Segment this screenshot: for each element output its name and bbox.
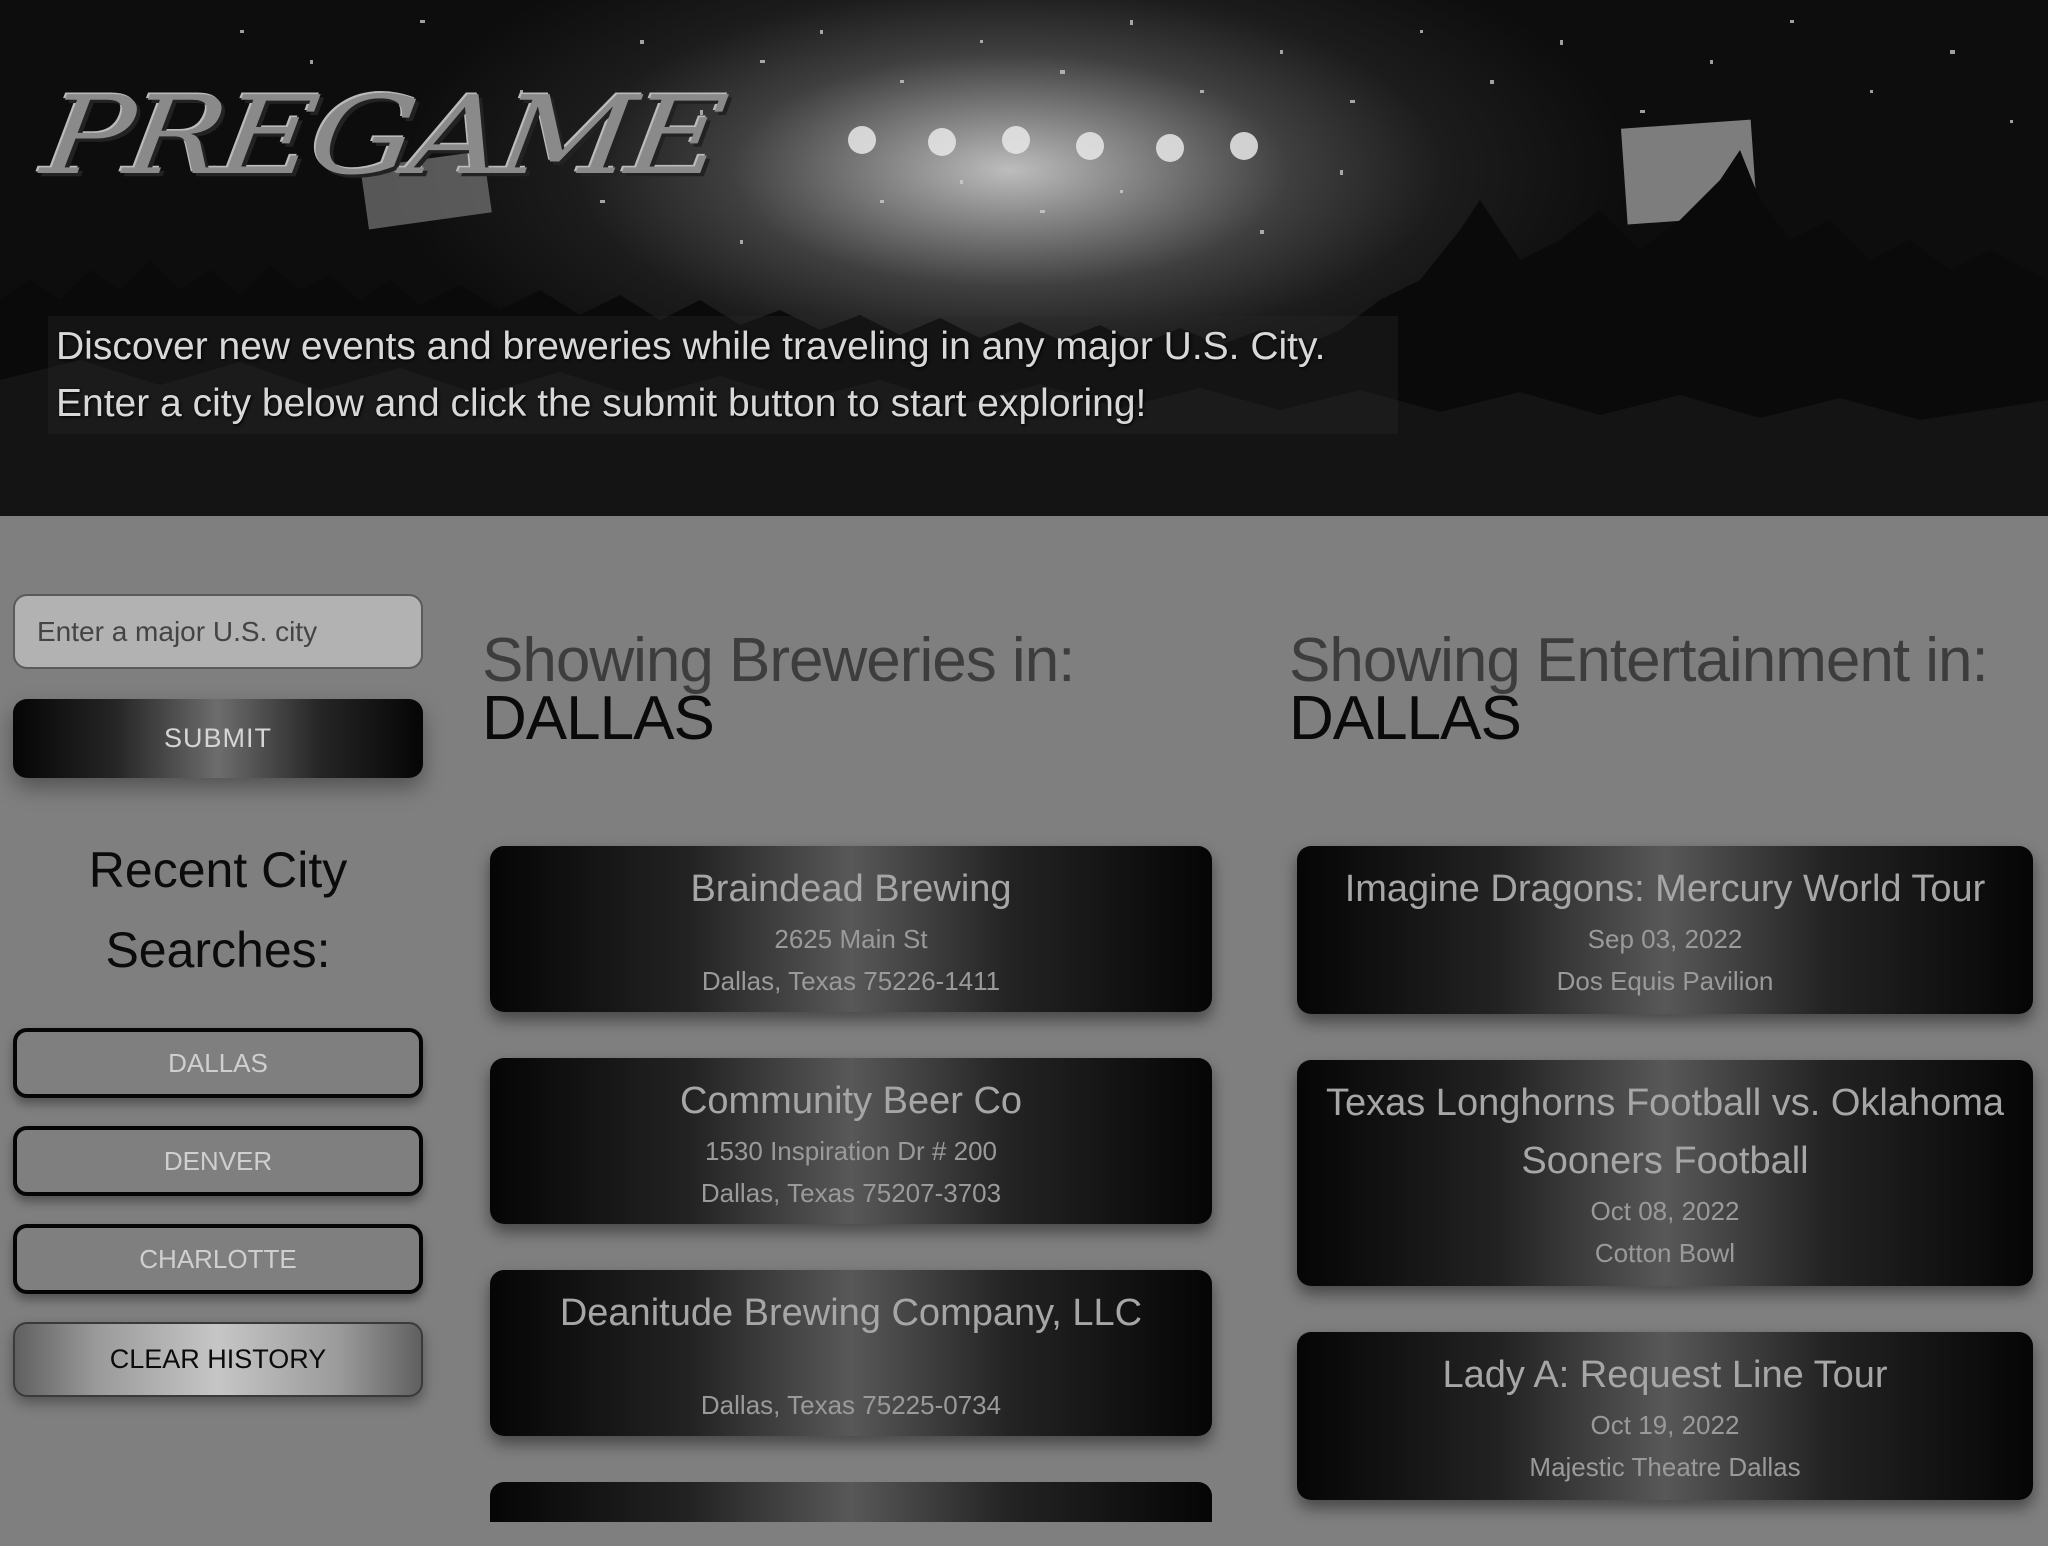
city-search-input[interactable] — [13, 594, 423, 669]
event-venue: Majestic Theatre Dallas — [1529, 1452, 1801, 1482]
brewery-card[interactable]: Community Beer Co 1530 Inspiration Dr # … — [490, 1058, 1212, 1224]
brewery-card[interactable]: Braindead Brewing 2625 Main St Dallas, T… — [490, 846, 1212, 1012]
event-list: Imagine Dragons: Mercury World Tour Sep … — [1297, 846, 2033, 1546]
brewery-name: Deanitude Brewing Company, LLC — [559, 1292, 1143, 1334]
brewery-list: Braindead Brewing 2625 Main St Dallas, T… — [490, 846, 1212, 1522]
brewery-locality: Dallas, Texas 75207-3703 — [700, 1178, 1002, 1208]
event-name: Lady A: Request Line Tour — [1442, 1354, 1888, 1396]
entertainment-column: Showing Entertainment in: DALLAS Imagine… — [1289, 626, 2039, 1500]
submit-button[interactable]: SUBMIT — [13, 699, 423, 778]
event-card[interactable]: Texas Longhorns Football vs. Oklahoma So… — [1297, 1060, 2033, 1286]
brewery-street — [490, 1342, 1212, 1384]
entertainment-heading: Showing Entertainment in: — [1289, 626, 1989, 695]
history-list: DALLAS DENVER CHARLOTTE — [13, 1028, 423, 1294]
search-sidebar: SUBMIT Recent City Searches: DALLAS DENV… — [13, 594, 423, 1397]
brewery-card[interactable]: Deanitude Brewing Company, LLC Dallas, T… — [490, 1270, 1212, 1436]
brewery-street: 1530 Inspiration Dr # 200 — [705, 1136, 997, 1166]
event-name: Imagine Dragons: Mercury World Tour — [1344, 868, 1986, 910]
hero-banner: PREGAME Discover new events and brewerie… — [0, 0, 2048, 516]
clear-history-button[interactable]: CLEAR HISTORY — [13, 1322, 423, 1397]
brewery-locality: Dallas, Texas 75226-1411 — [701, 966, 1001, 996]
brewery-street: 2625 Main St — [774, 924, 928, 954]
event-date: Oct 08, 2022 — [1590, 1196, 1740, 1226]
brewery-card-partial[interactable] — [490, 1482, 1212, 1522]
brewery-name: Community Beer Co — [679, 1080, 1023, 1122]
event-venue: Cotton Bowl — [1594, 1238, 1736, 1268]
history-button-denver[interactable]: DENVER — [13, 1126, 423, 1196]
history-button-dallas[interactable]: DALLAS — [13, 1028, 423, 1098]
recent-searches-title: Recent City Searches: — [88, 842, 348, 978]
event-venue: Dos Equis Pavilion — [1556, 966, 1774, 996]
breweries-heading: Showing Breweries in: — [482, 626, 1075, 695]
history-button-charlotte[interactable]: CHARLOTTE — [13, 1224, 423, 1294]
tagline-line-2: Enter a city below and click the submit … — [56, 382, 1147, 425]
breweries-column: Showing Breweries in: DALLAS Braindead B… — [482, 626, 1212, 1522]
breweries-city: DALLAS — [482, 684, 715, 753]
event-name: Texas Longhorns Football vs. Oklahoma So… — [1325, 1082, 2005, 1182]
brewery-locality: Dallas, Texas 75225-0734 — [700, 1390, 1002, 1420]
event-date: Sep 03, 2022 — [1587, 924, 1743, 954]
app-logo: PREGAME — [35, 72, 729, 200]
event-date: Oct 19, 2022 — [1590, 1410, 1740, 1440]
event-card[interactable]: Lady A: Request Line Tour Oct 19, 2022 M… — [1297, 1332, 2033, 1500]
brewery-name: Braindead Brewing — [690, 868, 1012, 910]
entertainment-city: DALLAS — [1289, 684, 1522, 753]
tagline: Discover new events and breweries while … — [56, 318, 1325, 432]
tagline-line-1: Discover new events and breweries while … — [56, 325, 1326, 368]
event-card[interactable]: Imagine Dragons: Mercury World Tour Sep … — [1297, 846, 2033, 1014]
